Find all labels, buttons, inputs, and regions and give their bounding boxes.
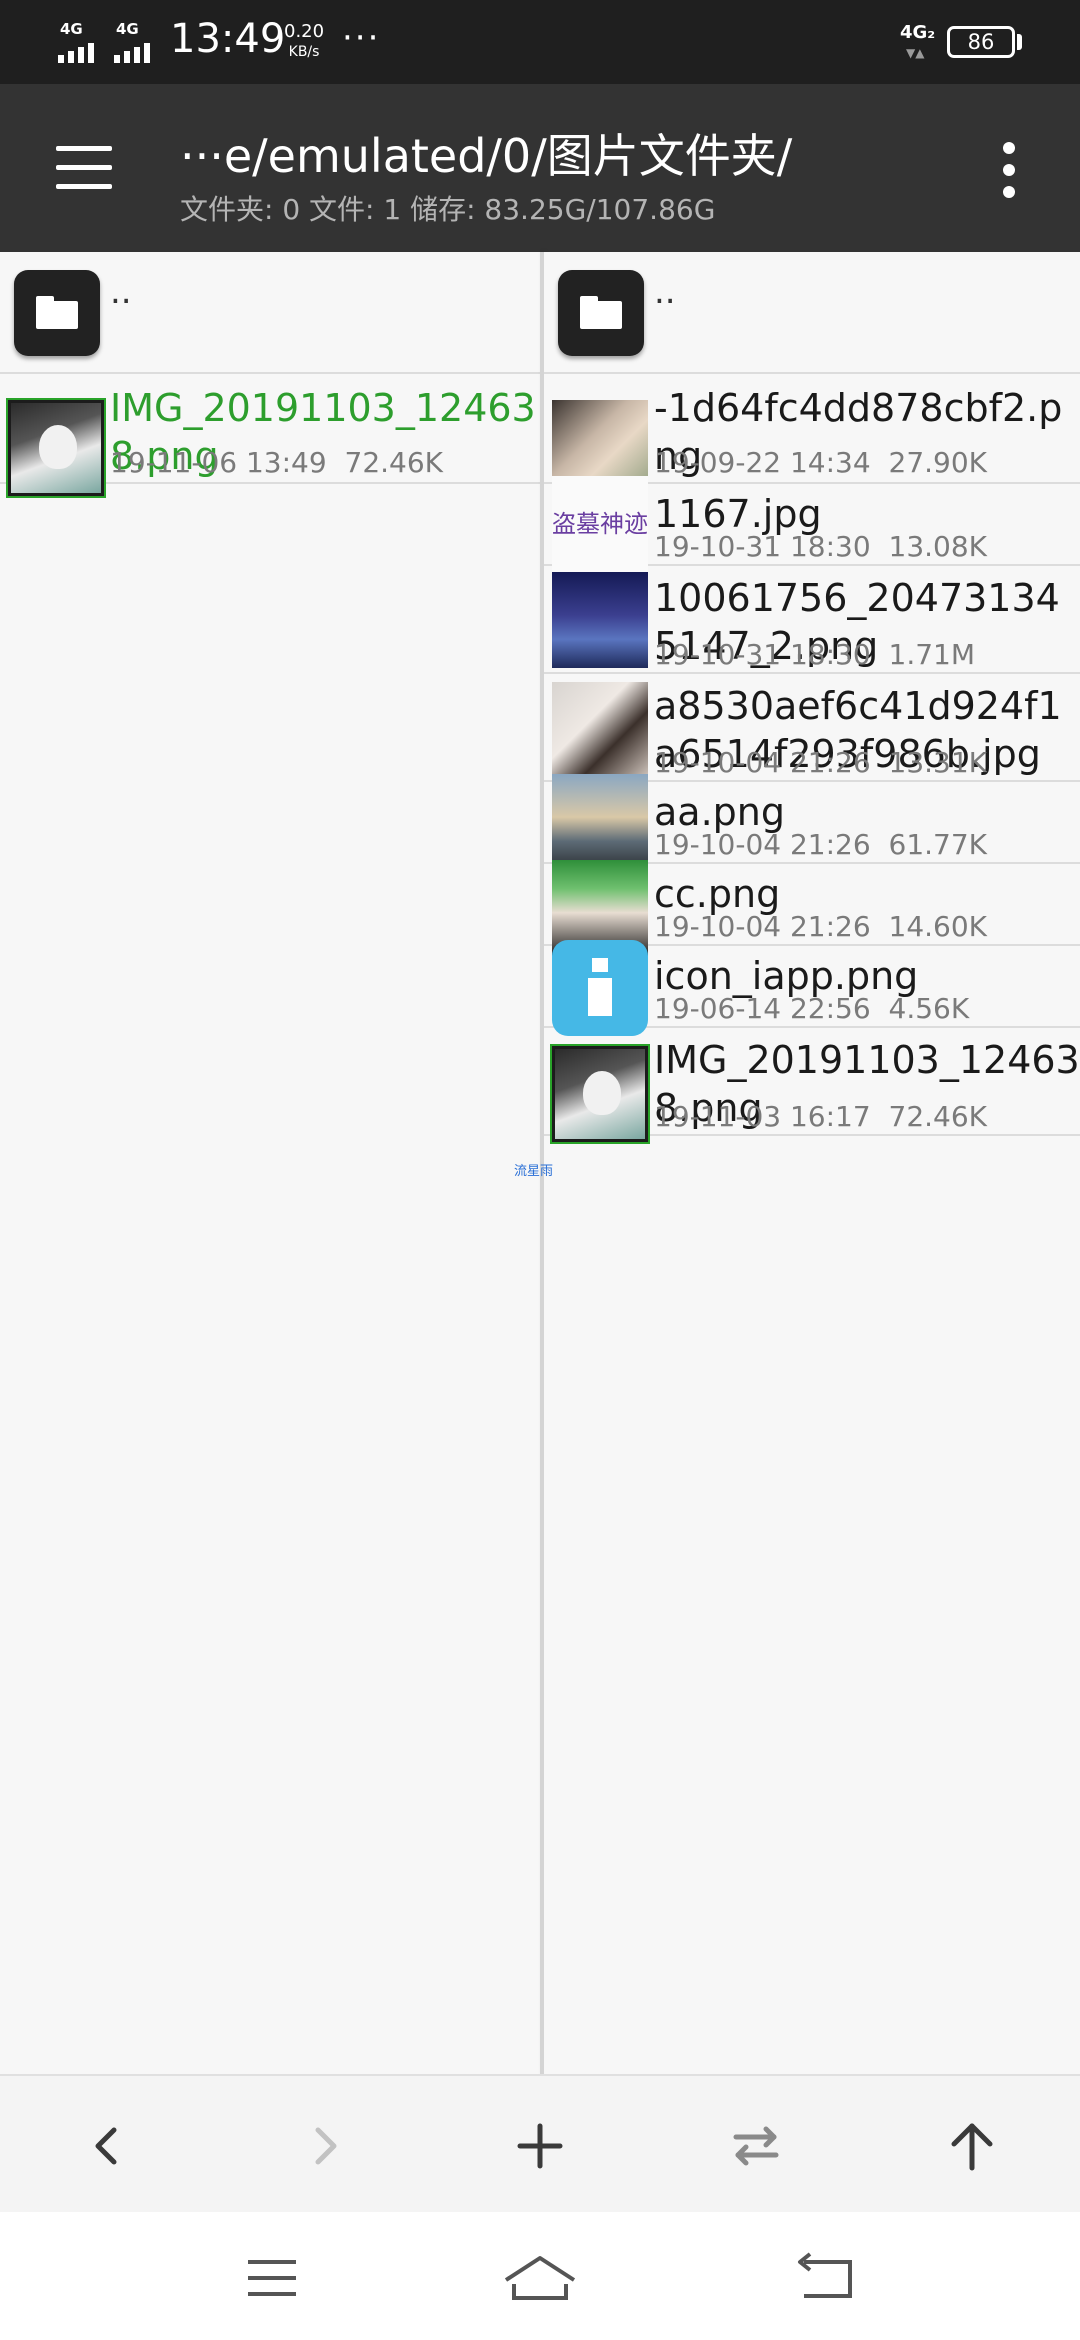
file-date: 19-11-06 13:49 bbox=[110, 446, 327, 479]
floating-overlay-tag[interactable]: 流星雨 bbox=[514, 1160, 553, 1179]
file-date: 19-10-31 18:30 bbox=[654, 638, 871, 671]
folder-icon bbox=[558, 270, 644, 356]
file-date: 19-10-04 21:26 bbox=[654, 910, 871, 943]
app-header: ···e/emulated/0/图片文件夹/ 文件夹: 0 文件: 1 储存: … bbox=[0, 84, 1080, 252]
up-icon[interactable] bbox=[932, 2106, 1012, 2186]
file-meta: 19-10-04 21:26 13.31K bbox=[654, 746, 987, 779]
speed-unit: KB/s bbox=[288, 44, 320, 60]
add-icon[interactable] bbox=[500, 2106, 580, 2186]
parent-directory-row[interactable]: .. bbox=[544, 252, 1080, 374]
image-thumbnail bbox=[550, 1044, 650, 1144]
file-size: 72.46K bbox=[344, 446, 444, 479]
file-row[interactable]: icon_iapp.png 19-06-14 22:56 4.56K bbox=[544, 940, 1080, 1036]
system-navigation-bar bbox=[0, 2212, 1080, 2340]
file-date: 19-10-04 21:26 bbox=[654, 746, 871, 779]
file-row[interactable]: IMG_20191103_124638.png 19-11-06 13:49 7… bbox=[0, 374, 540, 498]
image-thumbnail bbox=[6, 398, 106, 498]
network-type-label: 4G bbox=[60, 20, 83, 38]
right-file-pane[interactable]: .. -1d64fc4dd878cbf2.png 19-09-22 14:34 … bbox=[544, 252, 1080, 2074]
thumbnail-text: 盗墓神迹 bbox=[552, 510, 648, 538]
file-row[interactable]: -1d64fc4dd878cbf2.png 19-09-22 14:34 27.… bbox=[544, 374, 1080, 496]
file-meta: 19-11-03 16:17 72.46K bbox=[654, 1100, 987, 1133]
image-thumbnail: 盗墓神迹 bbox=[552, 476, 648, 572]
image-thumbnail bbox=[552, 572, 648, 668]
file-date: 19-06-14 22:56 bbox=[654, 992, 871, 1025]
file-row[interactable]: aa.png 19-10-04 21:26 61.77K bbox=[544, 774, 1080, 870]
file-date: 19-10-04 21:26 bbox=[654, 828, 871, 861]
parent-directory-label: .. bbox=[110, 272, 132, 312]
image-thumbnail bbox=[552, 940, 648, 1036]
file-meta: 19-06-14 22:56 4.56K bbox=[654, 992, 969, 1025]
nav-back-icon[interactable] bbox=[774, 2248, 874, 2308]
file-meta: 19-11-06 13:49 72.46K bbox=[110, 446, 443, 479]
network-speed: 0.20 KB/s bbox=[284, 22, 324, 62]
bottom-toolbar bbox=[0, 2074, 1080, 2212]
overflow-menu-icon[interactable] bbox=[990, 140, 1030, 200]
parent-directory-row[interactable]: .. bbox=[0, 252, 540, 374]
left-file-pane[interactable]: .. IMG_20191103_124638.png 19-11-06 13:4… bbox=[0, 252, 540, 2074]
file-size: 72.46K bbox=[888, 1100, 988, 1133]
recents-icon[interactable] bbox=[222, 2248, 322, 2308]
file-row[interactable]: IMG_20191103_124638.png 19-11-03 16:17 7… bbox=[544, 1028, 1080, 1144]
mobile-data-icon: 4G₂ ▼▲ bbox=[900, 22, 936, 60]
image-thumbnail bbox=[552, 774, 648, 870]
file-size: 13.08K bbox=[888, 530, 988, 563]
file-date: 19-10-31 18:30 bbox=[654, 530, 871, 563]
file-meta: 19-10-04 21:26 61.77K bbox=[654, 828, 987, 861]
forward-icon[interactable] bbox=[284, 2106, 364, 2186]
home-icon[interactable] bbox=[490, 2248, 590, 2308]
status-bar: 4G 4G 13:49 0.20 KB/s ··· 4G₂ ▼▲ 86 bbox=[0, 0, 1080, 84]
menu-icon[interactable] bbox=[50, 144, 118, 192]
speed-value: 0.20 bbox=[284, 21, 325, 42]
folder-icon bbox=[14, 270, 100, 356]
file-size: 14.60K bbox=[888, 910, 988, 943]
file-date: 19-11-03 16:17 bbox=[654, 1100, 871, 1133]
swap-icon[interactable] bbox=[716, 2106, 796, 2186]
battery-level: 86 bbox=[967, 30, 995, 54]
file-row[interactable]: cc.png 19-10-04 21:26 14.60K bbox=[544, 860, 1080, 956]
file-size: 4.56K bbox=[888, 992, 970, 1025]
file-row[interactable]: 盗墓神迹 1167.jpg 19-10-31 18:30 13.08K bbox=[544, 476, 1080, 572]
file-date: 19-09-22 14:34 bbox=[654, 446, 871, 479]
file-row[interactable]: a8530aef6c41d924f1a6514f293f986b.jpg 19-… bbox=[544, 674, 1080, 782]
file-row[interactable]: 10061756_204731345147_2.png 19-10-31 18:… bbox=[544, 566, 1080, 674]
file-meta: 19-10-31 18:30 13.08K bbox=[654, 530, 987, 563]
image-thumbnail bbox=[552, 682, 648, 778]
current-path: ···e/emulated/0/图片文件夹/ bbox=[180, 129, 793, 183]
battery-icon: 86 bbox=[947, 26, 1015, 58]
network-type-label: 4G bbox=[116, 20, 139, 38]
mobile-data-label: 4G₂ bbox=[900, 22, 936, 43]
file-meta: 19-10-04 21:26 14.60K bbox=[654, 910, 987, 943]
more-notifications-icon: ··· bbox=[342, 18, 381, 58]
back-icon[interactable] bbox=[68, 2106, 148, 2186]
file-size: 61.77K bbox=[888, 828, 988, 861]
status-clock: 13:49 bbox=[170, 16, 286, 62]
file-meta: 19-09-22 14:34 27.90K bbox=[654, 446, 987, 479]
file-meta: 19-10-31 18:30 1.71M bbox=[654, 638, 975, 671]
battery-cap bbox=[1017, 34, 1022, 50]
file-size: 27.90K bbox=[888, 446, 988, 479]
file-size: 13.31K bbox=[888, 746, 988, 779]
parent-directory-label: .. bbox=[654, 272, 676, 312]
file-size: 1.71M bbox=[888, 638, 976, 671]
storage-summary: 文件夹: 0 文件: 1 储存: 83.25G/107.86G bbox=[180, 193, 716, 226]
